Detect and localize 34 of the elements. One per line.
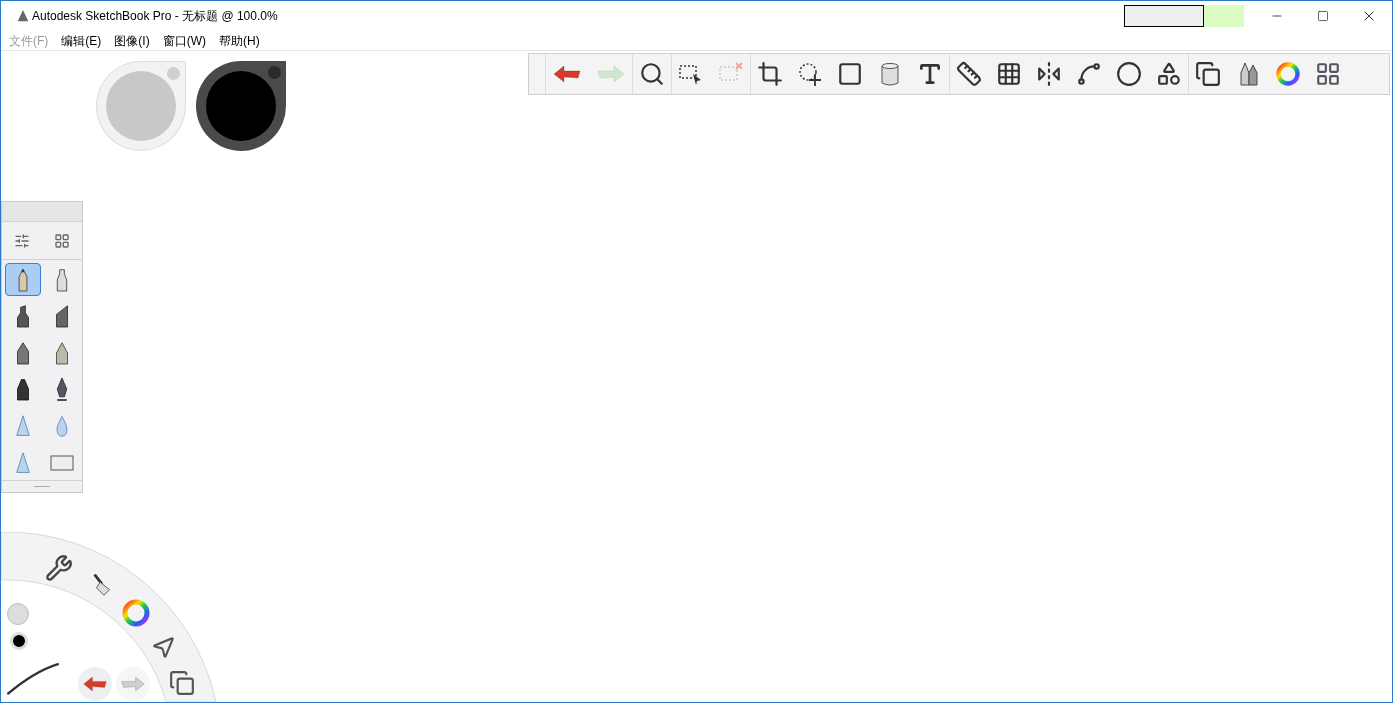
menu-item[interactable]: 帮助(H) <box>219 31 260 50</box>
tools-icon[interactable] <box>45 554 73 582</box>
text-icon[interactable] <box>917 61 943 87</box>
color-wheel-icon[interactable] <box>121 598 151 628</box>
move-icon[interactable] <box>797 61 823 87</box>
menu-item[interactable]: 图像(I) <box>114 31 150 50</box>
current-color-icon[interactable] <box>10 632 28 650</box>
layers-icon[interactable] <box>1195 61 1221 87</box>
layers-icon[interactable] <box>169 670 195 696</box>
palettes-icon[interactable] <box>1315 61 1341 87</box>
curve-icon[interactable] <box>1076 61 1102 87</box>
shapes-icon[interactable] <box>1156 61 1182 87</box>
undo-icon[interactable] <box>552 64 582 84</box>
app-icon <box>16 9 30 23</box>
pointer-icon[interactable] <box>151 634 177 660</box>
undo-button[interactable] <box>78 667 112 701</box>
eraser-icon <box>50 454 74 471</box>
brush-settings-icon[interactable] <box>14 232 30 249</box>
brush-library-icon[interactable] <box>54 232 70 249</box>
symmetry-icon[interactable] <box>1036 61 1062 87</box>
color-wheel-icon[interactable] <box>1275 61 1301 87</box>
ruler-icon[interactable] <box>956 61 982 87</box>
maximize-icon <box>1317 10 1329 22</box>
menu-item[interactable]: 窗口(W) <box>162 31 206 50</box>
perspective-grid-icon[interactable] <box>996 61 1022 87</box>
crop-icon[interactable] <box>757 61 783 87</box>
distort-icon[interactable] <box>837 61 863 87</box>
menu-item[interactable]: 编辑(E) <box>61 31 102 50</box>
ellipse-icon[interactable] <box>1116 61 1142 87</box>
window-title: Autodesk SketchBook Pro - 无标题 @ 100.0% <box>32 8 278 25</box>
undo-icon[interactable] <box>82 675 108 693</box>
zoom-icon[interactable] <box>639 61 665 87</box>
resize-handle[interactable] <box>34 486 50 487</box>
title-bar-block <box>1204 5 1244 27</box>
